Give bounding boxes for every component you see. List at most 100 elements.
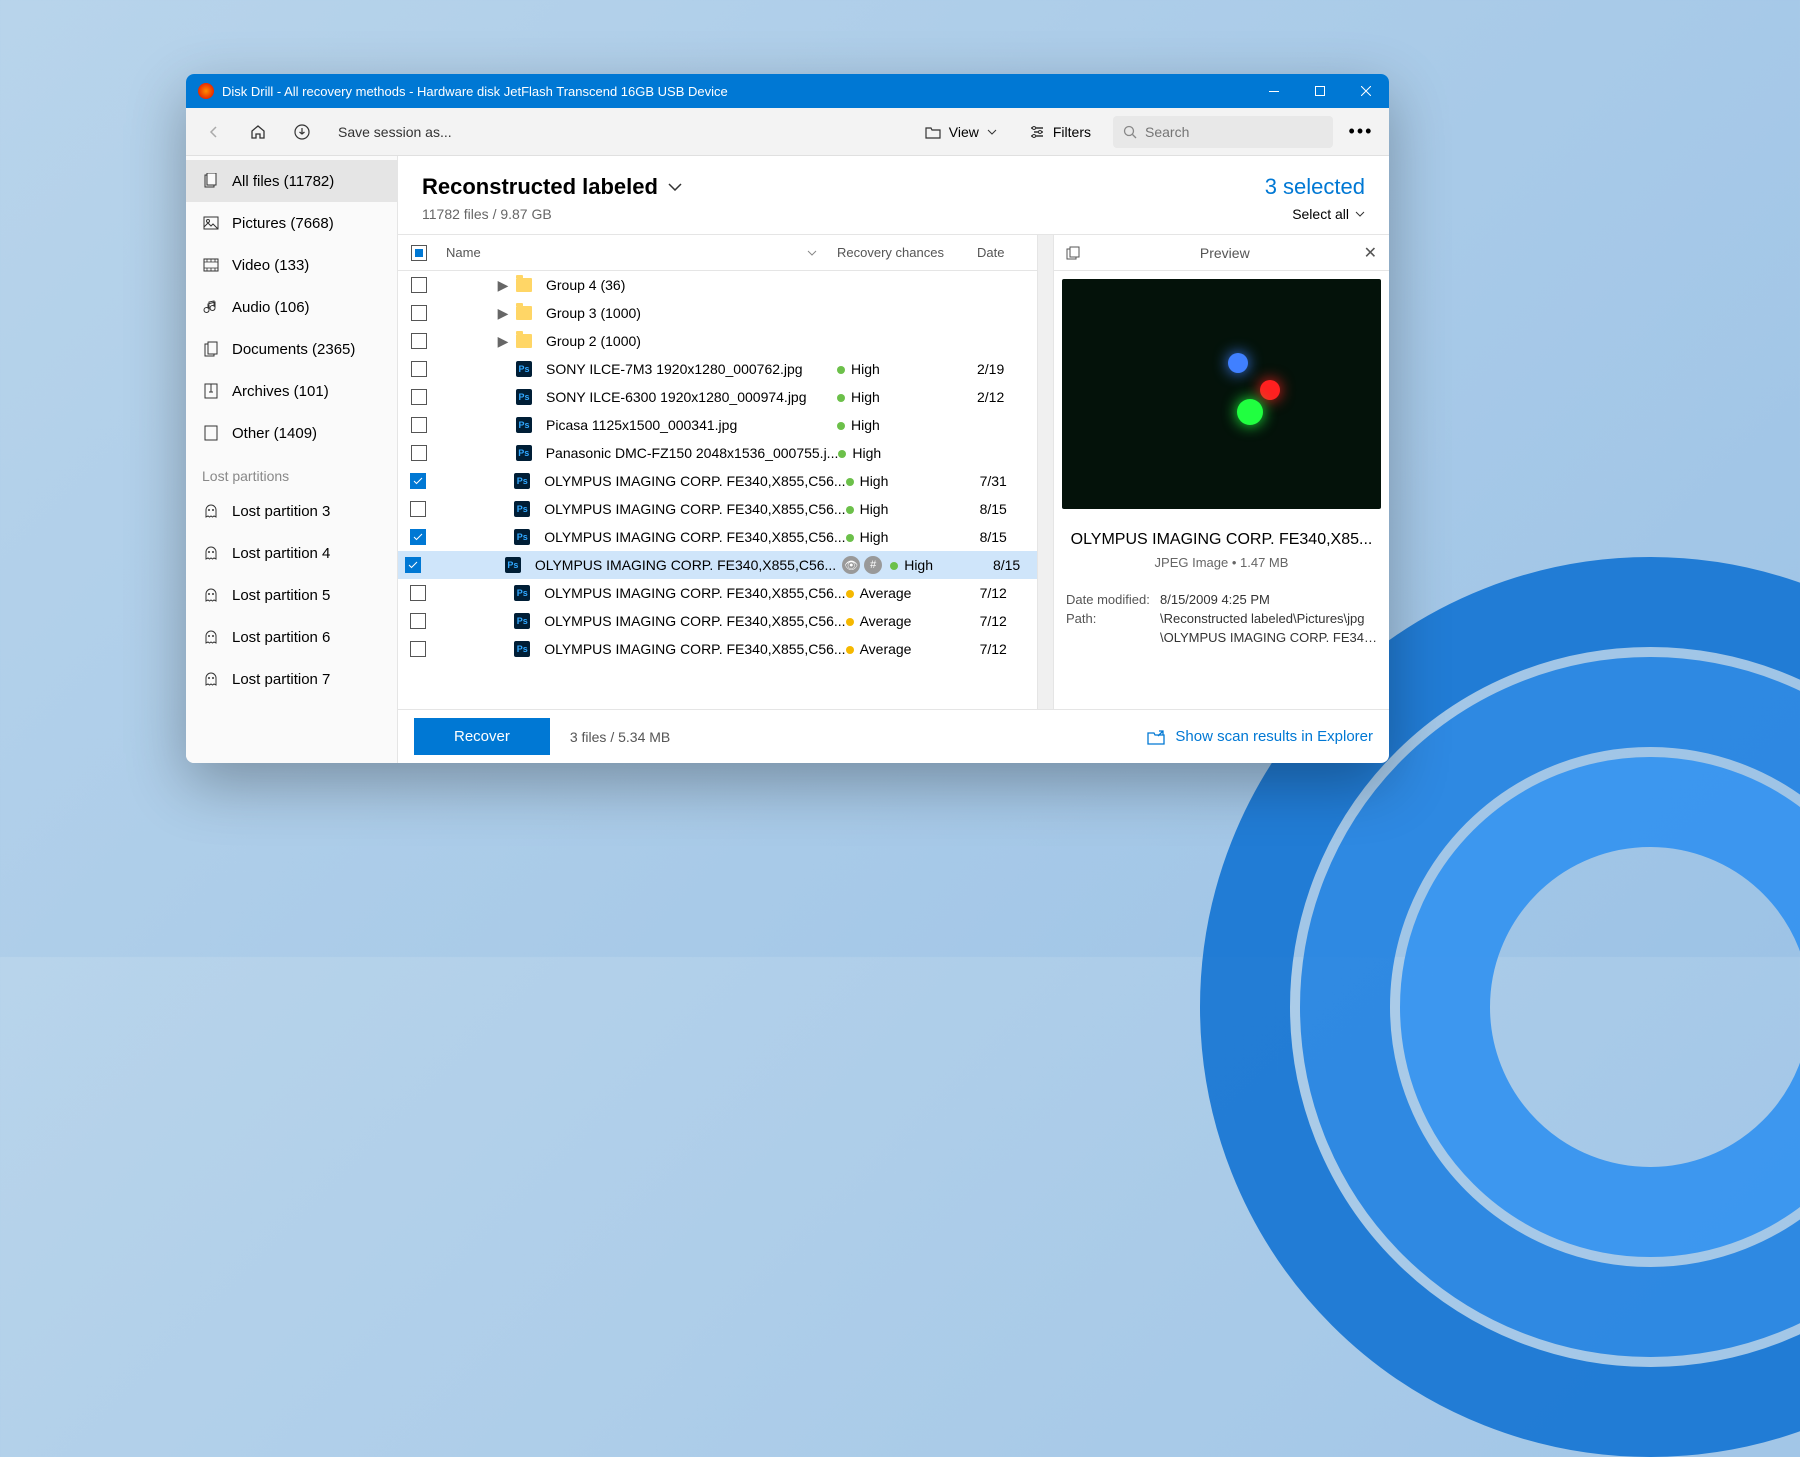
row-checkbox[interactable] bbox=[410, 613, 426, 629]
chevron-down-icon bbox=[987, 129, 997, 135]
filters-button[interactable]: Filters bbox=[1019, 118, 1101, 146]
sidebar-item-lost-7[interactable]: Lost partition 7 bbox=[186, 658, 397, 700]
table-row[interactable]: PsOLYMPUS IMAGING CORP. FE340,X855,C56..… bbox=[398, 635, 1037, 663]
row-checkbox[interactable] bbox=[411, 445, 427, 461]
file-table: Name Recovery chances Date ▶Group 4 (36)… bbox=[398, 235, 1037, 709]
sidebar-item-lost-6[interactable]: Lost partition 6 bbox=[186, 616, 397, 658]
table-row[interactable]: PsPanasonic DMC-FZ150 2048x1536_000755.j… bbox=[398, 439, 1037, 467]
other-icon bbox=[202, 424, 220, 442]
recover-button[interactable]: Recover bbox=[414, 718, 550, 755]
save-session-button[interactable]: Save session as... bbox=[330, 118, 460, 146]
minimize-button[interactable] bbox=[1251, 74, 1297, 108]
video-icon bbox=[202, 256, 220, 274]
recovery-cell: High bbox=[846, 501, 980, 517]
table-row[interactable]: PsOLYMPUS IMAGING CORP. FE340,X855,C56..… bbox=[398, 467, 1037, 495]
chevron-down-icon bbox=[668, 183, 682, 191]
sidebar-item-lost-4[interactable]: Lost partition 4 bbox=[186, 532, 397, 574]
search-field[interactable] bbox=[1145, 124, 1326, 140]
sidebar-item-video[interactable]: Video (133) bbox=[186, 244, 397, 286]
select-all-checkbox[interactable] bbox=[411, 245, 427, 261]
table-row[interactable]: PsOLYMPUS IMAGING CORP. FE340,X855,C56..… bbox=[398, 523, 1037, 551]
expand-icon[interactable]: ▶ bbox=[496, 333, 510, 350]
column-name[interactable]: Name bbox=[440, 245, 837, 260]
sidebar-item-documents[interactable]: Documents (2365) bbox=[186, 328, 397, 370]
scrollbar[interactable] bbox=[1037, 235, 1053, 709]
recovery-cell: High bbox=[837, 361, 977, 377]
ps-file-icon: Ps bbox=[516, 389, 532, 405]
table-row[interactable]: ▶Group 2 (1000) bbox=[398, 327, 1037, 355]
sidebar-item-lost-5[interactable]: Lost partition 5 bbox=[186, 574, 397, 616]
maximize-button[interactable] bbox=[1297, 74, 1343, 108]
row-checkbox[interactable] bbox=[410, 473, 426, 489]
search-icon bbox=[1123, 125, 1137, 139]
ps-file-icon: Ps bbox=[516, 361, 532, 377]
expand-icon[interactable]: ▶ bbox=[496, 277, 510, 294]
sidebar-item-archives[interactable]: Archives (101) bbox=[186, 370, 397, 412]
preview-details: Date modified:8/15/2009 4:25 PM Path:\Re… bbox=[1054, 584, 1389, 657]
table-header: Name Recovery chances Date bbox=[398, 235, 1037, 271]
group-title-dropdown[interactable]: Reconstructed labeled bbox=[422, 174, 1265, 200]
recovery-cell: High bbox=[838, 445, 977, 461]
pictures-icon bbox=[202, 214, 220, 232]
preview-type-size: JPEG Image • 1.47 MB bbox=[1062, 555, 1381, 570]
table-row[interactable]: PsPicasa 1125x1500_000341.jpgHigh bbox=[398, 411, 1037, 439]
titlebar[interactable]: Disk Drill - All recovery methods - Hard… bbox=[186, 74, 1389, 108]
row-checkbox[interactable] bbox=[411, 417, 427, 433]
download-icon[interactable] bbox=[286, 116, 318, 148]
row-checkbox[interactable] bbox=[410, 529, 426, 545]
sidebar-item-lost-3[interactable]: Lost partition 3 bbox=[186, 490, 397, 532]
table-row[interactable]: PsOLYMPUS IMAGING CORP. FE340,X855,C56..… bbox=[398, 579, 1037, 607]
select-all-dropdown[interactable]: Select all bbox=[1265, 206, 1365, 222]
ghost-icon bbox=[202, 502, 220, 520]
table-row[interactable]: ▶Group 3 (1000) bbox=[398, 299, 1037, 327]
sidebar-item-other[interactable]: Other (1409) bbox=[186, 412, 397, 454]
column-date[interactable]: Date bbox=[977, 245, 1037, 260]
show-in-explorer-link[interactable]: Show scan results in Explorer bbox=[1147, 728, 1373, 745]
ghost-icon bbox=[202, 628, 220, 646]
sort-icon bbox=[807, 250, 817, 256]
row-checkbox[interactable] bbox=[411, 389, 427, 405]
date-cell: 7/31 bbox=[980, 473, 1037, 489]
date-cell: 2/19 bbox=[977, 361, 1037, 377]
row-checkbox[interactable] bbox=[411, 333, 427, 349]
preview-action-icon[interactable]: 👁 bbox=[842, 556, 860, 574]
copy-icon[interactable] bbox=[1066, 246, 1086, 260]
row-checkbox[interactable] bbox=[411, 361, 427, 377]
table-row[interactable]: ▶Group 4 (36) bbox=[398, 271, 1037, 299]
sidebar-item-all[interactable]: All files (11782) bbox=[186, 160, 397, 202]
table-row[interactable]: PsOLYMPUS IMAGING CORP. FE340,X855,C56..… bbox=[398, 495, 1037, 523]
row-checkbox[interactable] bbox=[410, 641, 426, 657]
back-button[interactable] bbox=[198, 116, 230, 148]
table-row[interactable]: PsSONY ILCE-6300 1920x1280_000974.jpgHig… bbox=[398, 383, 1037, 411]
recovery-cell: High bbox=[837, 417, 977, 433]
ps-file-icon: Ps bbox=[516, 445, 532, 461]
table-row[interactable]: PsOLYMPUS IMAGING CORP. FE340,X855,C56..… bbox=[398, 607, 1037, 635]
search-input[interactable] bbox=[1113, 116, 1333, 148]
lost-partitions-header: Lost partitions bbox=[186, 454, 397, 490]
more-button[interactable]: ••• bbox=[1345, 116, 1377, 148]
row-checkbox[interactable] bbox=[411, 277, 427, 293]
row-checkbox[interactable] bbox=[410, 501, 426, 517]
column-recovery[interactable]: Recovery chances bbox=[837, 245, 977, 260]
sidebar-item-audio[interactable]: Audio (106) bbox=[186, 286, 397, 328]
audio-icon bbox=[202, 298, 220, 316]
ps-file-icon: Ps bbox=[514, 613, 530, 629]
home-button[interactable] bbox=[242, 116, 274, 148]
recovery-cell: Average bbox=[846, 585, 980, 601]
date-cell: 7/12 bbox=[980, 641, 1037, 657]
close-preview-button[interactable]: ✕ bbox=[1364, 243, 1377, 263]
table-row[interactable]: PsOLYMPUS IMAGING CORP. FE340,X855,C56..… bbox=[398, 551, 1037, 579]
filters-icon bbox=[1029, 125, 1045, 139]
table-row[interactable]: PsSONY ILCE-7M3 1920x1280_000762.jpgHigh… bbox=[398, 355, 1037, 383]
row-checkbox[interactable] bbox=[405, 557, 421, 573]
row-checkbox[interactable] bbox=[411, 305, 427, 321]
hex-action-icon[interactable]: # bbox=[864, 556, 882, 574]
view-dropdown[interactable]: View bbox=[915, 118, 1007, 146]
table-body[interactable]: ▶Group 4 (36)▶Group 3 (1000)▶Group 2 (10… bbox=[398, 271, 1037, 709]
sidebar: All files (11782) Pictures (7668) Video … bbox=[186, 156, 398, 763]
row-checkbox[interactable] bbox=[410, 585, 426, 601]
close-button[interactable] bbox=[1343, 74, 1389, 108]
expand-icon[interactable]: ▶ bbox=[496, 305, 510, 322]
sidebar-item-pictures[interactable]: Pictures (7668) bbox=[186, 202, 397, 244]
ghost-icon bbox=[202, 586, 220, 604]
